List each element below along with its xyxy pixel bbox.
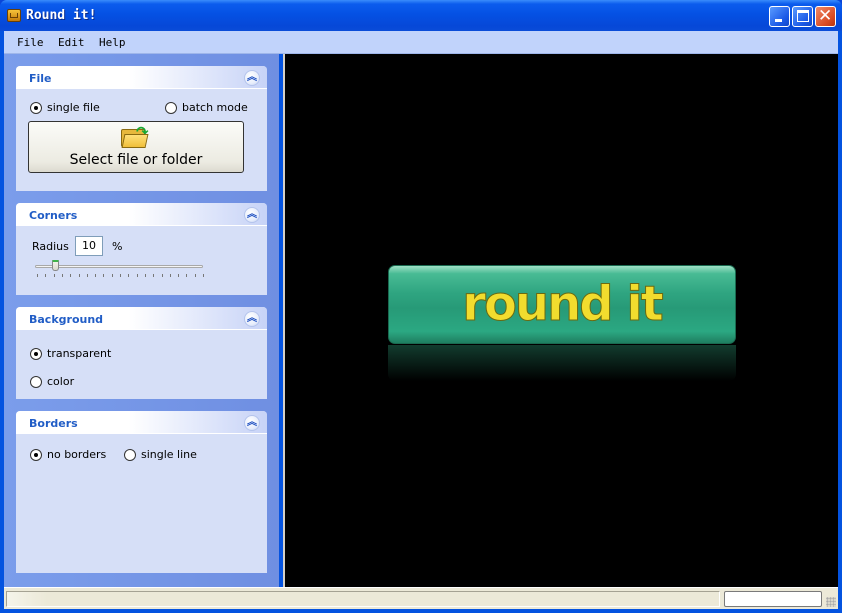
percent-label: % bbox=[112, 240, 123, 253]
no-borders-radio[interactable]: no borders bbox=[30, 448, 106, 461]
menu-file[interactable]: File bbox=[17, 36, 44, 49]
radio-icon bbox=[165, 101, 177, 114]
maximize-icon bbox=[797, 10, 809, 22]
slider-tick bbox=[144, 274, 146, 277]
radio-icon bbox=[30, 101, 42, 114]
color-radio[interactable]: color bbox=[30, 375, 74, 388]
slider-tick bbox=[86, 274, 88, 277]
slider-tick bbox=[45, 274, 47, 277]
collapse-icon[interactable]: ︽ bbox=[244, 415, 260, 431]
no-borders-label: no borders bbox=[47, 448, 107, 461]
corners-panel-title: Corners bbox=[29, 209, 78, 222]
collapse-icon[interactable]: ︽ bbox=[244, 70, 260, 86]
background-panel-title: Background bbox=[29, 313, 104, 326]
borders-panel-title: Borders bbox=[29, 417, 78, 430]
slider-tick bbox=[70, 274, 72, 277]
file-panel: File ︽ single file batch mode ↷ Select f… bbox=[16, 66, 267, 191]
maximize-button[interactable] bbox=[792, 6, 813, 27]
collapse-icon[interactable]: ︽ bbox=[244, 311, 260, 327]
batch-mode-label: batch mode bbox=[182, 101, 248, 114]
status-text bbox=[6, 591, 720, 607]
slider-tick bbox=[120, 274, 121, 277]
slider-tick bbox=[203, 274, 204, 277]
select-file-button[interactable]: ↷ Select file or folder bbox=[28, 121, 244, 173]
close-button[interactable]: ✕ bbox=[815, 6, 836, 27]
corners-panel-header[interactable]: Corners ︽ bbox=[16, 203, 267, 226]
single-file-label: single file bbox=[47, 101, 100, 114]
radius-slider-track[interactable] bbox=[35, 265, 203, 268]
title-bar[interactable]: Round it! ✕ bbox=[0, 0, 842, 31]
background-panel-header[interactable]: Background ︽ bbox=[16, 307, 267, 330]
corners-panel: Corners ︽ Radius 10 % bbox=[16, 203, 267, 295]
slider-tick bbox=[136, 274, 138, 277]
slider-tick bbox=[111, 274, 113, 277]
menu-bar: File Edit Help bbox=[4, 31, 838, 54]
slider-tick bbox=[128, 274, 130, 277]
file-panel-title: File bbox=[29, 72, 52, 85]
minimize-button[interactable] bbox=[769, 6, 790, 27]
preview-logo-button: round it bbox=[388, 265, 736, 344]
minimize-icon bbox=[775, 19, 782, 22]
slider-tick bbox=[161, 274, 163, 277]
window-title: Round it! bbox=[26, 8, 97, 23]
transparent-label: transparent bbox=[47, 347, 112, 360]
background-panel: Background ︽ transparent color bbox=[16, 307, 267, 399]
slider-tick bbox=[186, 274, 188, 277]
borders-panel-header[interactable]: Borders ︽ bbox=[16, 411, 267, 434]
radio-icon bbox=[30, 375, 42, 388]
slider-tick bbox=[178, 274, 180, 277]
menu-help[interactable]: Help bbox=[99, 36, 126, 49]
radius-slider-thumb[interactable] bbox=[51, 260, 59, 271]
collapse-icon[interactable]: ︽ bbox=[244, 207, 260, 223]
slider-tick bbox=[53, 274, 55, 277]
slider-tick bbox=[95, 274, 97, 277]
slider-tick bbox=[37, 274, 38, 277]
color-label: color bbox=[47, 375, 75, 388]
slider-tick bbox=[78, 274, 80, 277]
radio-icon bbox=[30, 347, 42, 360]
slider-tick bbox=[169, 274, 171, 277]
slider-ticks bbox=[37, 274, 204, 278]
app-icon bbox=[7, 9, 21, 22]
slider-tick bbox=[194, 274, 196, 277]
folder-open-icon: ↷ bbox=[121, 123, 149, 149]
menu-edit[interactable]: Edit bbox=[58, 36, 85, 49]
file-panel-header[interactable]: File ︽ bbox=[16, 66, 267, 89]
borders-panel: Borders ︽ no borders single line bbox=[16, 411, 267, 573]
preview-logo-text: round it bbox=[462, 276, 664, 333]
batch-mode-radio[interactable]: batch mode bbox=[165, 101, 248, 114]
select-file-label: Select file or folder bbox=[69, 152, 203, 168]
radio-icon bbox=[30, 448, 42, 461]
slider-tick bbox=[103, 274, 105, 277]
radio-icon bbox=[124, 448, 136, 461]
close-icon: ✕ bbox=[818, 6, 833, 26]
transparent-radio[interactable]: transparent bbox=[30, 347, 111, 360]
app-window: Round it! ✕ File Edit Help File ︽ single… bbox=[0, 0, 842, 613]
status-progress bbox=[724, 591, 822, 607]
slider-tick bbox=[61, 274, 63, 277]
options-sidebar: File ︽ single file batch mode ↷ Select f… bbox=[4, 54, 279, 587]
resize-grip-icon[interactable] bbox=[826, 597, 836, 607]
radius-label: Radius bbox=[32, 240, 69, 253]
status-bar bbox=[4, 587, 838, 609]
preview-reflection bbox=[388, 345, 736, 381]
radius-input[interactable]: 10 bbox=[75, 236, 103, 256]
slider-tick bbox=[153, 274, 155, 277]
preview-canvas: round it bbox=[283, 54, 838, 587]
single-line-label: single line bbox=[141, 448, 197, 461]
single-file-radio[interactable]: single file bbox=[30, 101, 100, 114]
single-line-radio[interactable]: single line bbox=[124, 448, 197, 461]
